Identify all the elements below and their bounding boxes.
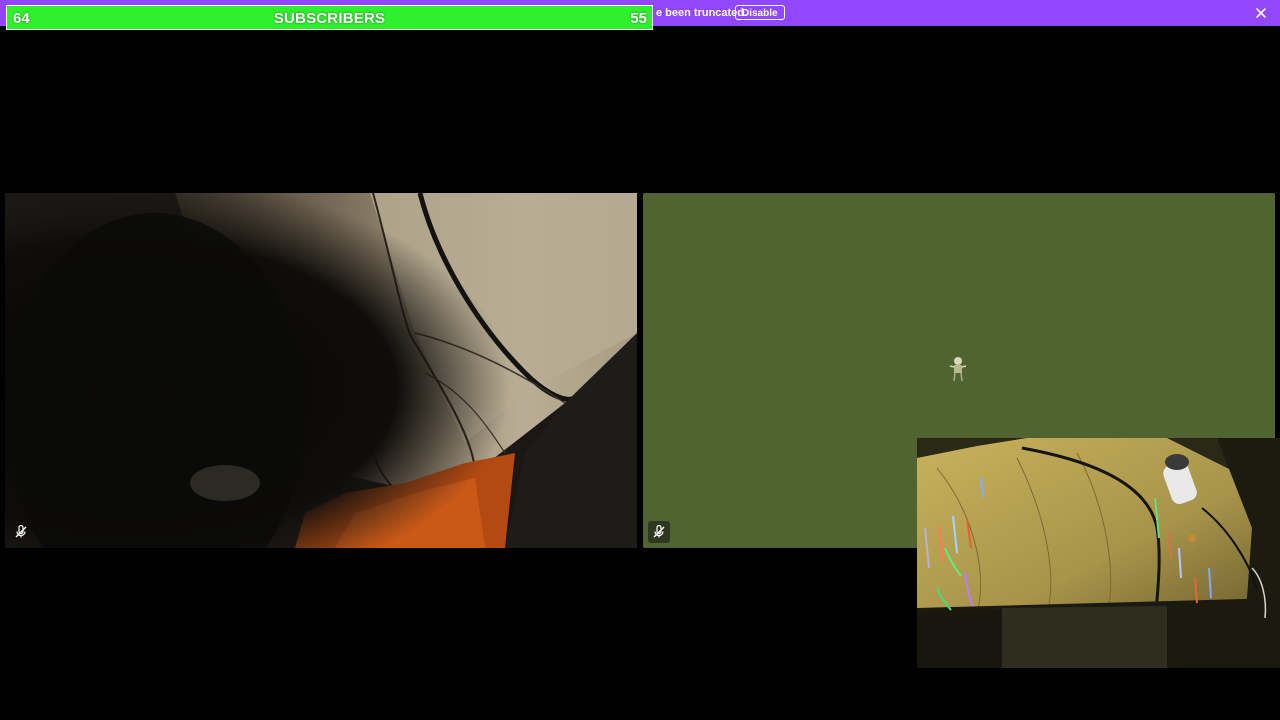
picture-in-picture-view[interactable] [917,438,1280,668]
microphone-off-icon[interactable] [14,524,28,539]
notice-text: e been truncated. [656,7,748,19]
vr-tent-scene [917,438,1280,668]
microphone-off-icon[interactable] [648,521,670,543]
disable-button[interactable]: Disable [735,5,785,20]
subscriber-goal-title: SUBSCRIBERS [273,10,386,27]
close-icon[interactable] [1254,6,1268,20]
tent-interior-scene [5,193,637,548]
video-tile-left[interactable] [5,193,637,548]
avatar-sprite-icon [948,355,968,383]
subscriber-goal-current: 64 [13,10,30,27]
subscriber-goal-target: 55 [630,10,647,27]
subscriber-goal-bar: SUBSCRIBERS 64 55 [6,5,653,30]
stream-layout: e been truncated. Disable SUBSCRIBERS 64… [0,0,1280,720]
